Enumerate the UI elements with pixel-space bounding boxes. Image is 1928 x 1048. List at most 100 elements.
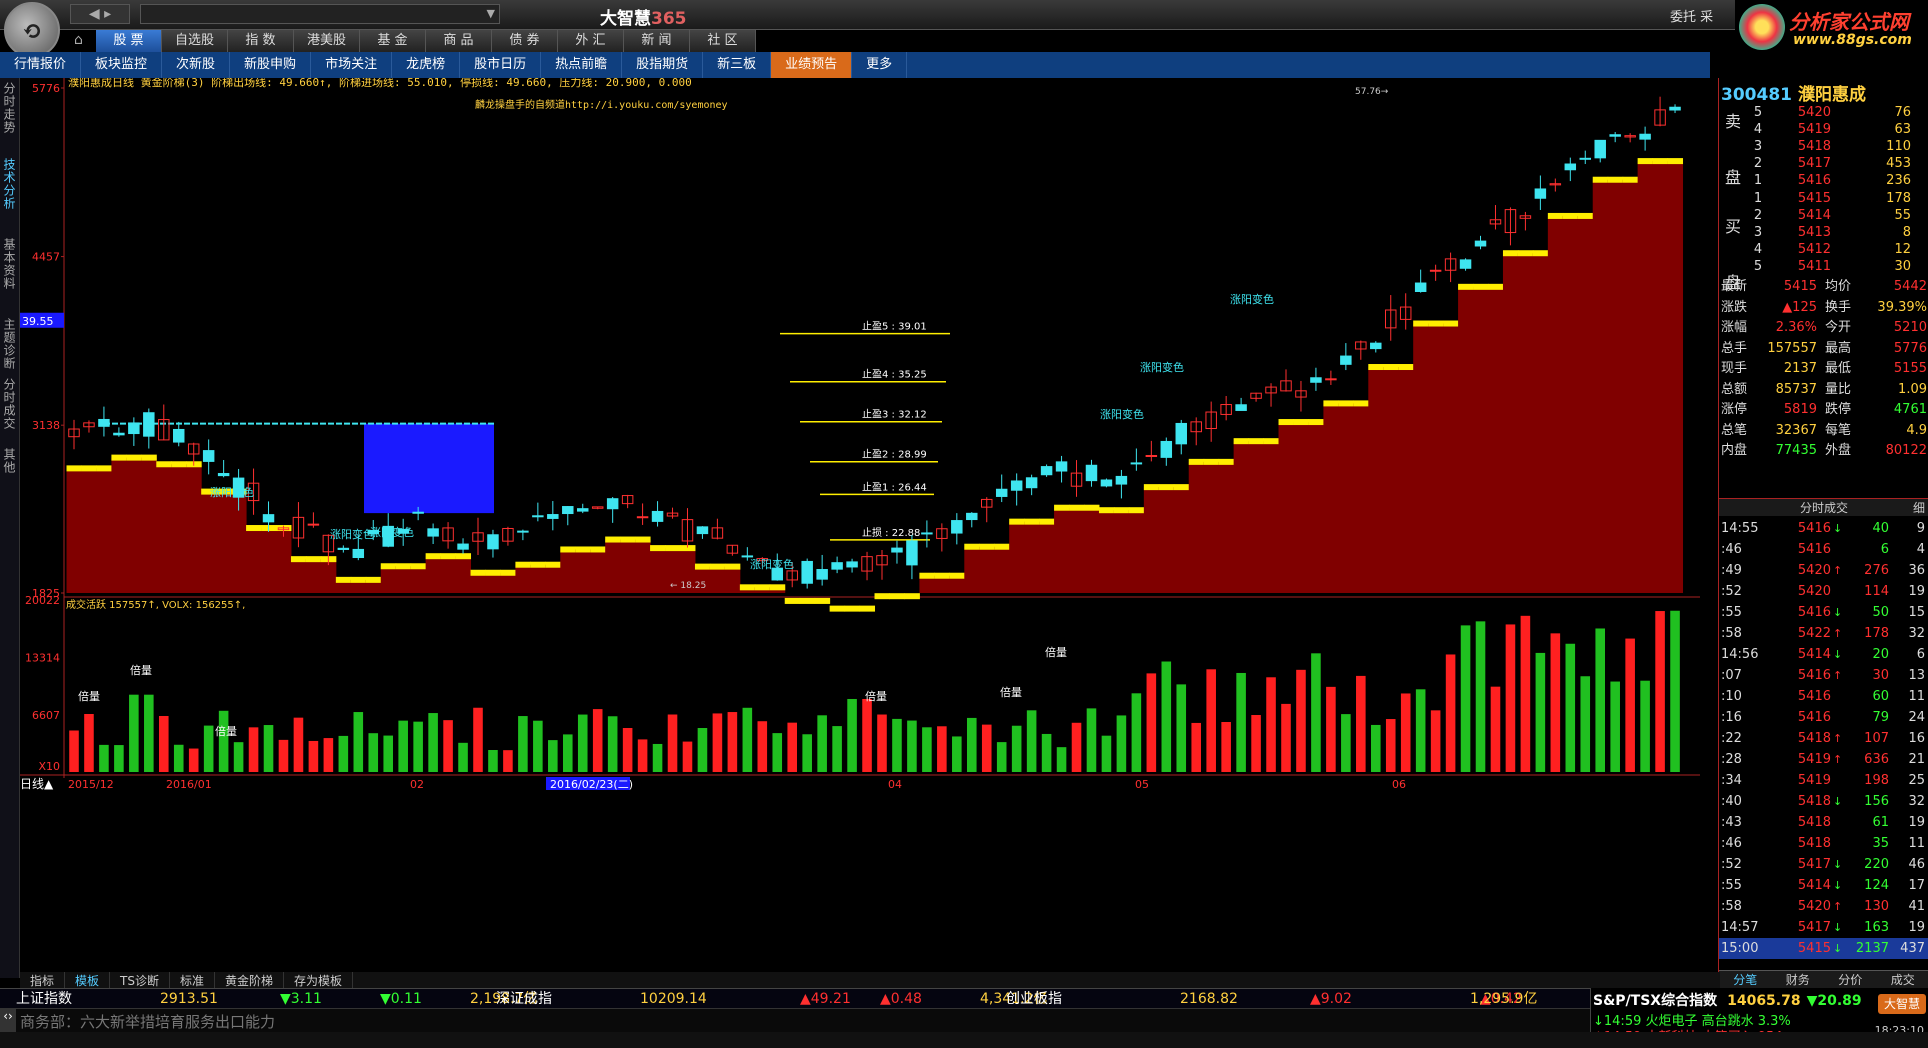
index-value[interactable]: 2913.51 [160, 989, 218, 1009]
index-pct[interactable]: ▲0.48 [880, 989, 922, 1009]
menu-item[interactable]: 外 汇 [558, 30, 624, 52]
index-change[interactable]: ▲49.21 [800, 989, 851, 1009]
left-tab[interactable]: 技术分析 [2, 158, 18, 210]
subnav-item[interactable]: 热点前瞻 [541, 52, 623, 78]
tick-row[interactable]: :55 5416 ↓ 50 15 [1719, 602, 1928, 623]
left-tab[interactable]: 分时成交 [2, 378, 18, 430]
tick-price: 5416 [1797, 521, 1831, 536]
tick-row[interactable]: :55 5414 ↓ 124 17 [1719, 875, 1928, 896]
chart-area[interactable]: 濮阳惠成日线 黄金阶梯(3) 阶梯出场线: 49.660↑, 阶梯进场线: 55… [20, 78, 1720, 958]
left-tab[interactable]: 基本资料 [2, 238, 18, 290]
tick-row[interactable]: :16 5416 79 24 [1719, 707, 1928, 728]
volume-bar [353, 712, 364, 772]
menu-item[interactable]: 商 品 [426, 30, 492, 52]
index-name[interactable]: 上证指数 [16, 989, 72, 1009]
tick-row[interactable]: :52 5417 ↓ 220 46 [1719, 854, 1928, 875]
tick-row[interactable]: :49 5420 ↑ 276 36 [1719, 560, 1928, 581]
period-selector[interactable]: 日线▲ [20, 777, 54, 791]
search-input[interactable]: ▼ [140, 4, 500, 24]
stair-fill [111, 457, 127, 593]
tick-row[interactable]: 14:56 5414 ↓ 20 6 [1719, 644, 1928, 665]
stair-fill [1158, 487, 1175, 593]
tick-row[interactable]: :22 5418 ↑ 107 16 [1719, 728, 1928, 749]
left-tab[interactable]: 主题诊断 [2, 318, 18, 370]
stat-row: 涨跌 ▲125 换手 39.39% [1719, 297, 1928, 318]
home-icon[interactable]: ⌂ [74, 32, 83, 48]
brand-banner[interactable]: 分析家公式网 www.88gs.com [1735, 0, 1928, 56]
menu-item[interactable]: 债 券 [492, 30, 558, 52]
index-value[interactable]: 2168.82 [1180, 989, 1238, 1009]
subnav-item[interactable]: 更多 [852, 52, 908, 78]
subnav-item[interactable]: 板块监控 [81, 52, 163, 78]
subnav-item[interactable]: 股市日历 [460, 52, 542, 78]
right-tab[interactable]: 成交 [1877, 971, 1928, 988]
news-ticker[interactable]: ‹› 商务部：六大新举措培育服务出口能力 [0, 1008, 1590, 1033]
volume-bar [99, 744, 109, 772]
back-forward-arrows-icon[interactable]: ◀ ▸ [70, 4, 130, 24]
buy-row[interactable]: 5 5411 30 [1719, 256, 1928, 277]
tick-detail-toggle[interactable]: 细 [1913, 499, 1925, 516]
tick-time: :10 [1721, 689, 1742, 704]
menu-item[interactable]: 社 区 [690, 30, 756, 52]
index-name[interactable]: 深证成指 [496, 989, 552, 1009]
index-amount[interactable]: 1,295.9亿 [1470, 989, 1537, 1009]
tick-row[interactable]: :46 5416 6 4 [1719, 539, 1928, 560]
stair-step [350, 576, 367, 583]
tick-row[interactable]: :46 5418 35 11 [1719, 833, 1928, 854]
subnav-item[interactable]: 次新股 [162, 52, 231, 78]
x-tick-label: 06 [1392, 778, 1406, 791]
right-tab[interactable]: 分价 [1824, 971, 1877, 988]
dzh-badge[interactable]: 大智慧 [1878, 994, 1926, 1014]
tick-row[interactable]: :58 5422 ↑ 178 32 [1719, 623, 1928, 644]
subnav-item[interactable]: 股指期货 [622, 52, 704, 78]
tick-header[interactable]: 分时成交细 [1719, 498, 1928, 516]
tick-row[interactable]: 15:00 5415 ↓ 2137 437 [1719, 938, 1928, 959]
tick-row[interactable]: :10 5416 60 11 [1719, 686, 1928, 707]
subnav-item[interactable]: 新三板 [703, 52, 772, 78]
menu-item[interactable]: 指 数 [228, 30, 294, 52]
subnav-item[interactable]: 新股申购 [230, 52, 312, 78]
menu-item[interactable]: 基 金 [360, 30, 426, 52]
menu-item[interactable]: 新 闻 [624, 30, 690, 52]
tick-row[interactable]: :52 5420 114 19 [1719, 581, 1928, 602]
subnav-item[interactable]: 行情报价 [0, 52, 82, 78]
left-tab[interactable]: 其他 [2, 448, 18, 474]
subnav-item[interactable]: 业绩预告 [771, 52, 853, 78]
left-tab[interactable]: 分时走势 [2, 82, 18, 134]
nav-arrows-icon[interactable]: ‹› [0, 1009, 16, 1033]
menu-item[interactable]: 自选股 [162, 30, 228, 52]
tick-count: 11 [1908, 836, 1925, 851]
index-change[interactable]: ▲9.02 [1310, 989, 1352, 1009]
right-tab[interactable]: 分笔 [1719, 971, 1772, 988]
stair-step [1488, 283, 1504, 290]
tick-row[interactable]: 14:57 5417 ↓ 163 19 [1719, 917, 1928, 938]
subnav-item[interactable]: 市场关注 [311, 52, 393, 78]
tick-row[interactable]: :58 5420 ↑ 130 41 [1719, 896, 1928, 917]
tick-row[interactable]: :28 5419 ↑ 636 21 [1719, 749, 1928, 770]
tick-row[interactable]: :34 5419 198 25 [1719, 770, 1928, 791]
index-name[interactable]: 创业板指 [1006, 989, 1062, 1009]
index-pct[interactable]: ▼0.11 [380, 989, 422, 1009]
menu-item[interactable]: 港美股 [294, 30, 360, 52]
stair-step [111, 454, 127, 461]
index-change[interactable]: ▼3.11 [280, 989, 322, 1009]
menu-item[interactable]: 股 票 [96, 30, 162, 52]
kline-chart-svg[interactable]: 濮阳惠成日线 黄金阶梯(3) 阶梯出场线: 49.660↑, 阶梯进场线: 55… [20, 78, 1720, 958]
trade-link[interactable]: 委托 采 [1670, 6, 1713, 25]
stat-k2: 量比 [1825, 381, 1852, 397]
index-value[interactable]: 10209.14 [640, 989, 707, 1009]
right-tab[interactable]: 财务 [1772, 971, 1825, 988]
stair-step [1069, 504, 1085, 511]
tick-row[interactable]: :40 5418 ↓ 156 32 [1719, 791, 1928, 812]
news-text[interactable]: 商务部：六大新举措培育服务出口能力 [20, 1011, 275, 1032]
tick-row[interactable]: :07 5416 ↑ 30 13 [1719, 665, 1928, 686]
tick-row[interactable]: 14:55 5416 ↓ 40 9 [1719, 518, 1928, 539]
chevron-down-icon[interactable]: ▼ [487, 7, 495, 20]
volume-bar [338, 735, 349, 772]
tick-row[interactable]: :43 5418 61 19 [1719, 812, 1928, 833]
subnav-item[interactable]: 龙虎榜 [392, 52, 461, 78]
bottom-scrollbar[interactable] [0, 1032, 1928, 1048]
stat-row: 总额 85737 量比 1.09 [1719, 379, 1928, 400]
app-logo[interactable]: ⟲ [4, 2, 60, 58]
volume-bar [996, 742, 1007, 772]
